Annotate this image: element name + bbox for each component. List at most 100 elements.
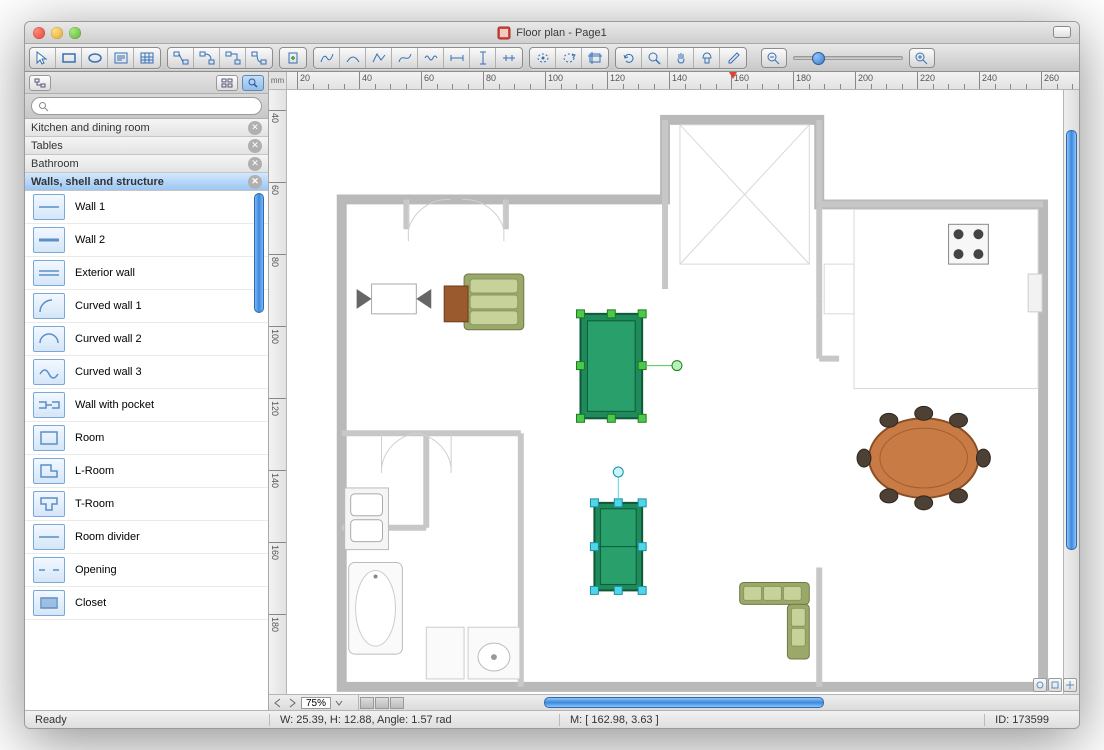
zoom-window-button[interactable] xyxy=(69,27,81,39)
close-icon[interactable]: ✕ xyxy=(248,121,262,135)
ellipse-tool[interactable] xyxy=(82,48,108,68)
stencil-item[interactable]: T-Room xyxy=(25,488,268,521)
canvas-horizontal-scrollbar[interactable] xyxy=(404,695,1079,710)
arc-tool[interactable] xyxy=(340,48,366,68)
canvas-hscroll-thumb[interactable] xyxy=(544,697,824,708)
hscroll-right-icon[interactable] xyxy=(287,698,297,708)
toolbar xyxy=(25,44,1079,72)
pan-tool-button[interactable] xyxy=(668,48,694,68)
zoom-level-label[interactable]: 75% xyxy=(301,697,331,709)
close-icon[interactable]: ✕ xyxy=(248,157,262,171)
floor-plan-drawing xyxy=(287,90,1063,694)
stencil-item[interactable]: Curved wall 3 xyxy=(25,356,268,389)
connector-curved[interactable] xyxy=(194,48,220,68)
titlebar: Floor plan - Page1 xyxy=(25,22,1079,44)
sidebar-scrollbar[interactable] xyxy=(254,193,266,670)
stencil-item[interactable]: Room xyxy=(25,422,268,455)
status-id: ID: 173599 xyxy=(984,714,1079,726)
app-window: Floor plan - Page1 xyxy=(24,21,1080,729)
connector-smart[interactable] xyxy=(220,48,246,68)
corner-button-1[interactable] xyxy=(1033,678,1047,692)
polyline-tool[interactable] xyxy=(366,48,392,68)
stencil-label: Room divider xyxy=(75,531,140,543)
wall-h-double-icon xyxy=(33,260,65,286)
canvas-vertical-scrollbar[interactable] xyxy=(1063,90,1079,694)
hscroll-left-icon[interactable] xyxy=(273,698,283,708)
minimize-window-button[interactable] xyxy=(51,27,63,39)
pick-button[interactable] xyxy=(694,48,720,68)
toolbar-toggle-button[interactable] xyxy=(1053,26,1071,38)
text-tool[interactable] xyxy=(108,48,134,68)
zoom-slider-knob[interactable] xyxy=(812,52,825,65)
sidebar-category[interactable]: Kitchen and dining room✕ xyxy=(25,119,268,137)
rotate-right-button[interactable] xyxy=(556,48,582,68)
stencil-item[interactable]: Opening xyxy=(25,554,268,587)
stencil-item[interactable]: Wall 2 xyxy=(25,224,268,257)
rotate-left-button[interactable] xyxy=(530,48,556,68)
window-title: Floor plan - Page1 xyxy=(516,27,607,39)
freehand-tool[interactable] xyxy=(418,48,444,68)
stencil-item[interactable]: Curved wall 2 xyxy=(25,323,268,356)
stencil-item[interactable]: Exterior wall xyxy=(25,257,268,290)
dimension-v-tool[interactable] xyxy=(470,48,496,68)
closet-icon xyxy=(33,590,65,616)
stencil-item[interactable]: Wall with pocket xyxy=(25,389,268,422)
sidebar-category[interactable]: Walls, shell and structure✕ xyxy=(25,173,268,191)
page-tab-1[interactable] xyxy=(360,697,374,709)
stencil-item[interactable]: Closet xyxy=(25,587,268,620)
dimension-angle-tool[interactable] xyxy=(496,48,522,68)
close-icon[interactable]: ✕ xyxy=(248,139,262,153)
stencil-item[interactable]: Wall 1 xyxy=(25,191,268,224)
page-tab-3[interactable] xyxy=(390,697,404,709)
sidebar-category[interactable]: Bathroom✕ xyxy=(25,155,268,173)
search-icon xyxy=(38,101,49,112)
zoom-slider xyxy=(761,48,935,68)
drawing-canvas[interactable] xyxy=(287,90,1063,694)
wall-h-thin-icon xyxy=(33,194,65,220)
sidebar-tab-list[interactable] xyxy=(216,75,238,91)
bezier-tool[interactable] xyxy=(392,48,418,68)
dimension-h-tool[interactable] xyxy=(444,48,470,68)
close-icon[interactable]: ✕ xyxy=(248,175,262,189)
corner-button-2[interactable] xyxy=(1048,678,1062,692)
opening-icon xyxy=(33,557,65,583)
page-tab-2[interactable] xyxy=(375,697,389,709)
close-window-button[interactable] xyxy=(33,27,45,39)
wall-pocket-icon xyxy=(33,392,65,418)
ruler-horizontal[interactable]: 20406080100120140160180200220240260 xyxy=(287,72,1079,90)
zoom-slider-track[interactable] xyxy=(793,56,903,60)
zoom-out-button[interactable] xyxy=(761,48,787,68)
connector-direct[interactable] xyxy=(168,48,194,68)
stencil-label: Exterior wall xyxy=(75,267,135,279)
stencil-item[interactable]: L-Room xyxy=(25,455,268,488)
rect-icon xyxy=(33,425,65,451)
sidebar-search-input[interactable] xyxy=(31,97,262,115)
canvas-vscroll-thumb[interactable] xyxy=(1066,130,1077,550)
sidebar-category[interactable]: Tables✕ xyxy=(25,137,268,155)
table-tool[interactable] xyxy=(134,48,160,68)
sidebar-tab-search[interactable] xyxy=(242,75,264,91)
crop-button[interactable] xyxy=(582,48,608,68)
stencil-item[interactable]: Room divider xyxy=(25,521,268,554)
sidebar-scroll-thumb[interactable] xyxy=(254,193,264,313)
app-icon xyxy=(497,26,511,40)
eyedropper-button[interactable] xyxy=(720,48,746,68)
pointer-tool[interactable] xyxy=(30,48,56,68)
selected-object-1 xyxy=(576,310,681,422)
wall-h-thick-icon xyxy=(33,227,65,253)
search-field[interactable] xyxy=(53,100,255,112)
stencil-label: Wall with pocket xyxy=(75,399,154,411)
zoom-in-button[interactable] xyxy=(909,48,935,68)
sidebar-tab-tree[interactable] xyxy=(29,75,51,91)
connector-arc[interactable] xyxy=(246,48,272,68)
stencil-item[interactable]: Curved wall 1 xyxy=(25,290,268,323)
stencil-label: Closet xyxy=(75,597,106,609)
refresh-button[interactable] xyxy=(616,48,642,68)
spline-tool[interactable] xyxy=(314,48,340,68)
ruler-vertical[interactable]: 406080100120140160180 xyxy=(269,90,287,694)
insert-shape-button[interactable] xyxy=(280,48,306,68)
rectangle-tool[interactable] xyxy=(56,48,82,68)
zoom-dropdown-icon[interactable] xyxy=(335,699,343,707)
zoom-tool-button[interactable] xyxy=(642,48,668,68)
corner-button-3[interactable] xyxy=(1063,678,1077,692)
